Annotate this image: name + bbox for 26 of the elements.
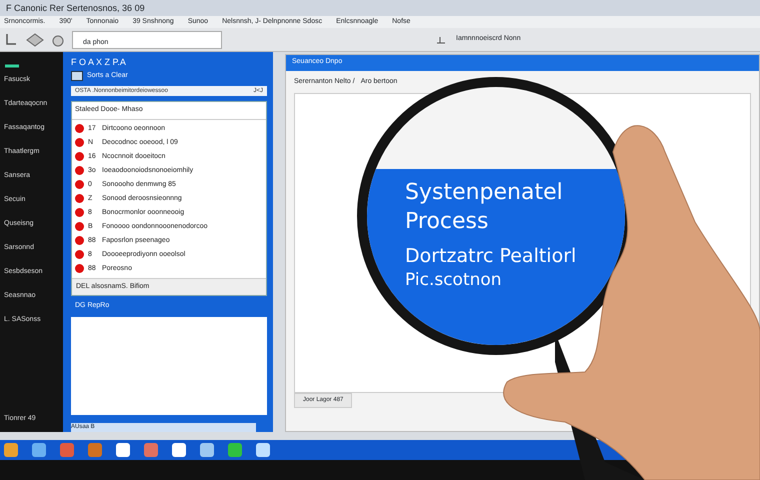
status-dot <box>75 180 84 190</box>
taskbar-icon[interactable] <box>32 443 46 457</box>
status-dot <box>75 250 84 260</box>
window-title: F Canonic Rer Sertenosnos, 36 09 <box>0 0 760 16</box>
status-dot <box>75 264 84 274</box>
taskbar-icon[interactable] <box>116 443 130 457</box>
status-dot <box>75 222 84 232</box>
status-dot <box>75 236 84 246</box>
diamond-icon[interactable] <box>26 32 44 46</box>
taskbar-icon[interactable] <box>228 443 242 457</box>
status-dot <box>75 208 84 218</box>
taskbar-icon[interactable] <box>4 443 18 457</box>
panel-toolbar: F O A X Z P.A <box>71 56 267 70</box>
lens-text: Systenpenatel <box>405 179 564 207</box>
status-dot <box>75 124 84 134</box>
taskbar-icon[interactable] <box>172 443 186 457</box>
lens-text: Pic.scotnon <box>405 268 503 291</box>
status-dot <box>75 194 84 204</box>
status-dot <box>75 138 84 148</box>
lens-text: Process <box>405 208 490 236</box>
taskbar-icon[interactable] <box>256 443 270 457</box>
lens-text: Dortzatrc Pealtiorl <box>405 244 578 269</box>
taskbar-icon[interactable] <box>200 443 214 457</box>
window-icon <box>71 71 83 82</box>
status-dot <box>75 152 84 162</box>
status-dot <box>75 166 84 176</box>
